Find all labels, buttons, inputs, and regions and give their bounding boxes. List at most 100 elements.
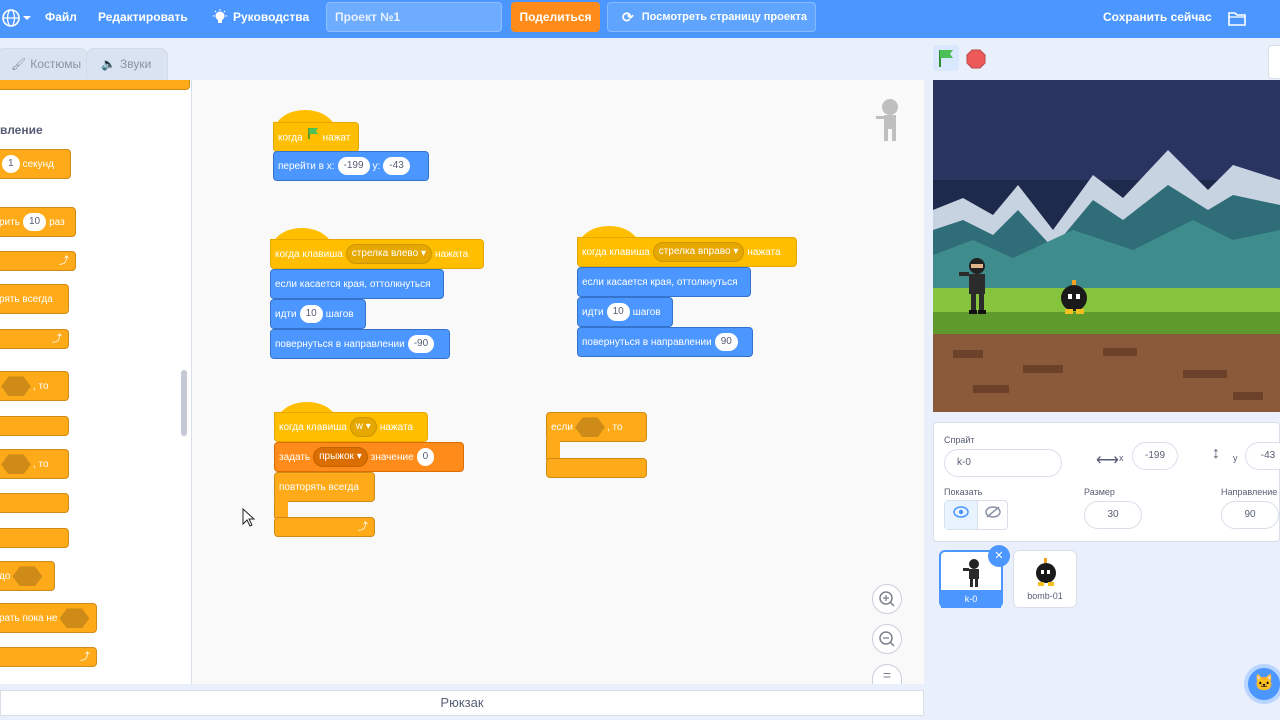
steps-input[interactable]: 10	[606, 303, 630, 322]
sprite-name-input[interactable]: k-0	[944, 449, 1062, 477]
move-steps-block[interactable]: идти 10 шагов	[270, 299, 366, 329]
forever-end: ⤴	[274, 517, 375, 537]
menu-tutorials[interactable]: Руководства	[233, 0, 309, 38]
palette-block-repeat[interactable]: рить 10 раз	[0, 207, 76, 237]
tab-costumes[interactable]: 🖌 Костюмы	[0, 48, 88, 80]
pressed-label: нажата	[379, 422, 413, 433]
if-end	[546, 458, 647, 478]
language-globe-icon[interactable]	[2, 8, 32, 28]
move-steps-block[interactable]: идти 10 шагов	[577, 297, 673, 327]
share-button[interactable]: Поделиться	[511, 2, 600, 32]
if-then-block[interactable]: если , то	[546, 412, 647, 442]
repeat-input[interactable]: 10	[22, 213, 47, 232]
palette-block-else-mid	[0, 493, 69, 513]
ninja-sprite[interactable]	[957, 256, 991, 316]
stage[interactable]	[933, 80, 1280, 412]
forever-block[interactable]: повторять всегда	[274, 472, 375, 502]
add-sprite-button[interactable]: 🐱	[1244, 664, 1280, 704]
if-condition-slot[interactable]	[1, 376, 31, 397]
set-variable-block[interactable]: задать прыжок ▾ значение 0	[274, 442, 464, 472]
delete-sprite-icon[interactable]: ✕	[988, 545, 1010, 567]
y-label: y	[1233, 453, 1238, 463]
sprite-label: Спрайт	[944, 435, 975, 445]
see-project-page-button[interactable]: ⟳ Посмотреть страницу проекта	[607, 2, 816, 32]
sprite-name-label: bomb-01	[1027, 591, 1063, 601]
block-palette: вление 1 секунд рить 10 раз ⤴ рять всегда ⤴…	[0, 80, 192, 684]
green-flag-button[interactable]	[933, 45, 959, 71]
steps-input[interactable]: 10	[299, 305, 323, 324]
palette-block-forever[interactable]: рять всегда	[0, 284, 69, 314]
palette-block-if-else[interactable]: , то	[0, 449, 69, 479]
stage-size-controls[interactable]	[1268, 45, 1280, 79]
palette-block-repeat-until[interactable]: рать пока не	[0, 603, 97, 633]
if-else-condition-slot[interactable]	[1, 454, 31, 475]
goto-x-input[interactable]: -199	[337, 157, 370, 176]
when-key-w-block[interactable]: когда клавиша w ▾ нажата	[274, 412, 428, 442]
direction-input[interactable]: 90	[714, 333, 738, 352]
sprite-tile[interactable]: bomb-01	[1013, 550, 1077, 608]
palette-block-if-end	[0, 416, 69, 436]
palette-block-top[interactable]	[0, 80, 190, 90]
when-flag-clicked-block[interactable]: когда нажат	[273, 122, 359, 152]
visible-eye-button[interactable]	[945, 501, 977, 529]
x-input[interactable]: -199	[1132, 442, 1178, 470]
when-key-left-block[interactable]: когда клавиша стрелка влево ▾ нажата	[270, 239, 484, 269]
when-key-label: когда клавиша	[275, 249, 343, 260]
zoom-in-button[interactable]	[872, 584, 902, 614]
folder-icon[interactable]	[1228, 10, 1246, 26]
palette-scrollbar[interactable]	[181, 370, 187, 436]
when-key-right-block[interactable]: когда клавиша стрелка вправо ▾ нажата	[577, 237, 797, 267]
backpack-bar[interactable]: Рюкзак	[0, 690, 924, 716]
bounce-block[interactable]: если касается края, оттолкнуться	[577, 267, 751, 297]
script-workspace[interactable]: когда нажат перейти в x: -199 y: -43 когда к…	[192, 80, 924, 684]
until-condition-slot[interactable]	[12, 566, 43, 587]
move-label: идти	[275, 309, 297, 320]
size-input[interactable]: 30	[1084, 501, 1142, 529]
project-title-input[interactable]: Проект №1	[326, 2, 502, 32]
y-arrows-icon: ↕	[1212, 445, 1220, 462]
variable-select[interactable]: прыжок ▾	[313, 447, 368, 468]
if-else-label: , то	[33, 459, 49, 470]
goto-y-input[interactable]: -43	[383, 157, 410, 176]
show-label: Показать	[944, 487, 983, 497]
wait-input[interactable]: 1	[2, 155, 20, 174]
bomb-sprite[interactable]	[1057, 278, 1093, 316]
sprite-thumb-bomb	[1032, 557, 1060, 587]
point-direction-block[interactable]: повернуться в направлении 90	[577, 327, 753, 357]
steps-label: шагов	[325, 309, 354, 320]
save-now-button[interactable]: Сохранить сейчас	[1103, 0, 1212, 38]
then-label: , то	[606, 422, 623, 433]
hidden-eye-button[interactable]	[977, 501, 1008, 529]
direction-input[interactable]: -90	[407, 335, 435, 354]
palette-block-forever-end: ⤴	[0, 329, 69, 349]
y-input[interactable]: -43	[1245, 442, 1280, 470]
menu-edit[interactable]: Редактировать	[98, 0, 188, 38]
point-direction-block[interactable]: повернуться в направлении -90	[270, 329, 450, 359]
if-condition-slot[interactable]	[574, 417, 605, 438]
menu-file[interactable]: Файл	[45, 0, 77, 38]
palette-block-wait-until[interactable]: до	[0, 561, 55, 591]
key-select-left[interactable]: стрелка влево ▾	[345, 244, 432, 265]
palette-block-wait[interactable]: 1 секунд	[0, 149, 71, 179]
key-select-w[interactable]: w ▾	[349, 417, 377, 438]
key-select-right[interactable]: стрелка вправо ▾	[652, 242, 745, 263]
tab-sounds[interactable]: 🔈 Звуки	[86, 48, 168, 80]
bounce-block[interactable]: если касается края, оттолкнуться	[270, 269, 444, 299]
zoom-out-button[interactable]	[872, 624, 902, 654]
sprite-name-label: k-0	[941, 590, 1001, 608]
repeat-until-condition-slot[interactable]	[59, 608, 90, 629]
palette-block-if-then[interactable]: , то	[0, 371, 69, 401]
goto-xy-block[interactable]: перейти в x: -199 y: -43	[273, 151, 429, 181]
stop-button[interactable]	[966, 49, 986, 69]
bounce-label: если касается края, оттолкнуться	[582, 277, 738, 288]
steps-label: шагов	[632, 307, 661, 318]
forever-label: рять всегда	[0, 294, 53, 305]
forever-arm	[274, 500, 288, 518]
if-arm	[546, 440, 560, 460]
if-label: если	[551, 422, 573, 433]
move-label: идти	[582, 307, 604, 318]
key-value: стрелка влево	[351, 248, 419, 260]
value-input[interactable]: 0	[416, 448, 435, 467]
direction-input[interactable]: 90	[1221, 501, 1279, 529]
when-key-label: когда клавиша	[582, 247, 650, 258]
